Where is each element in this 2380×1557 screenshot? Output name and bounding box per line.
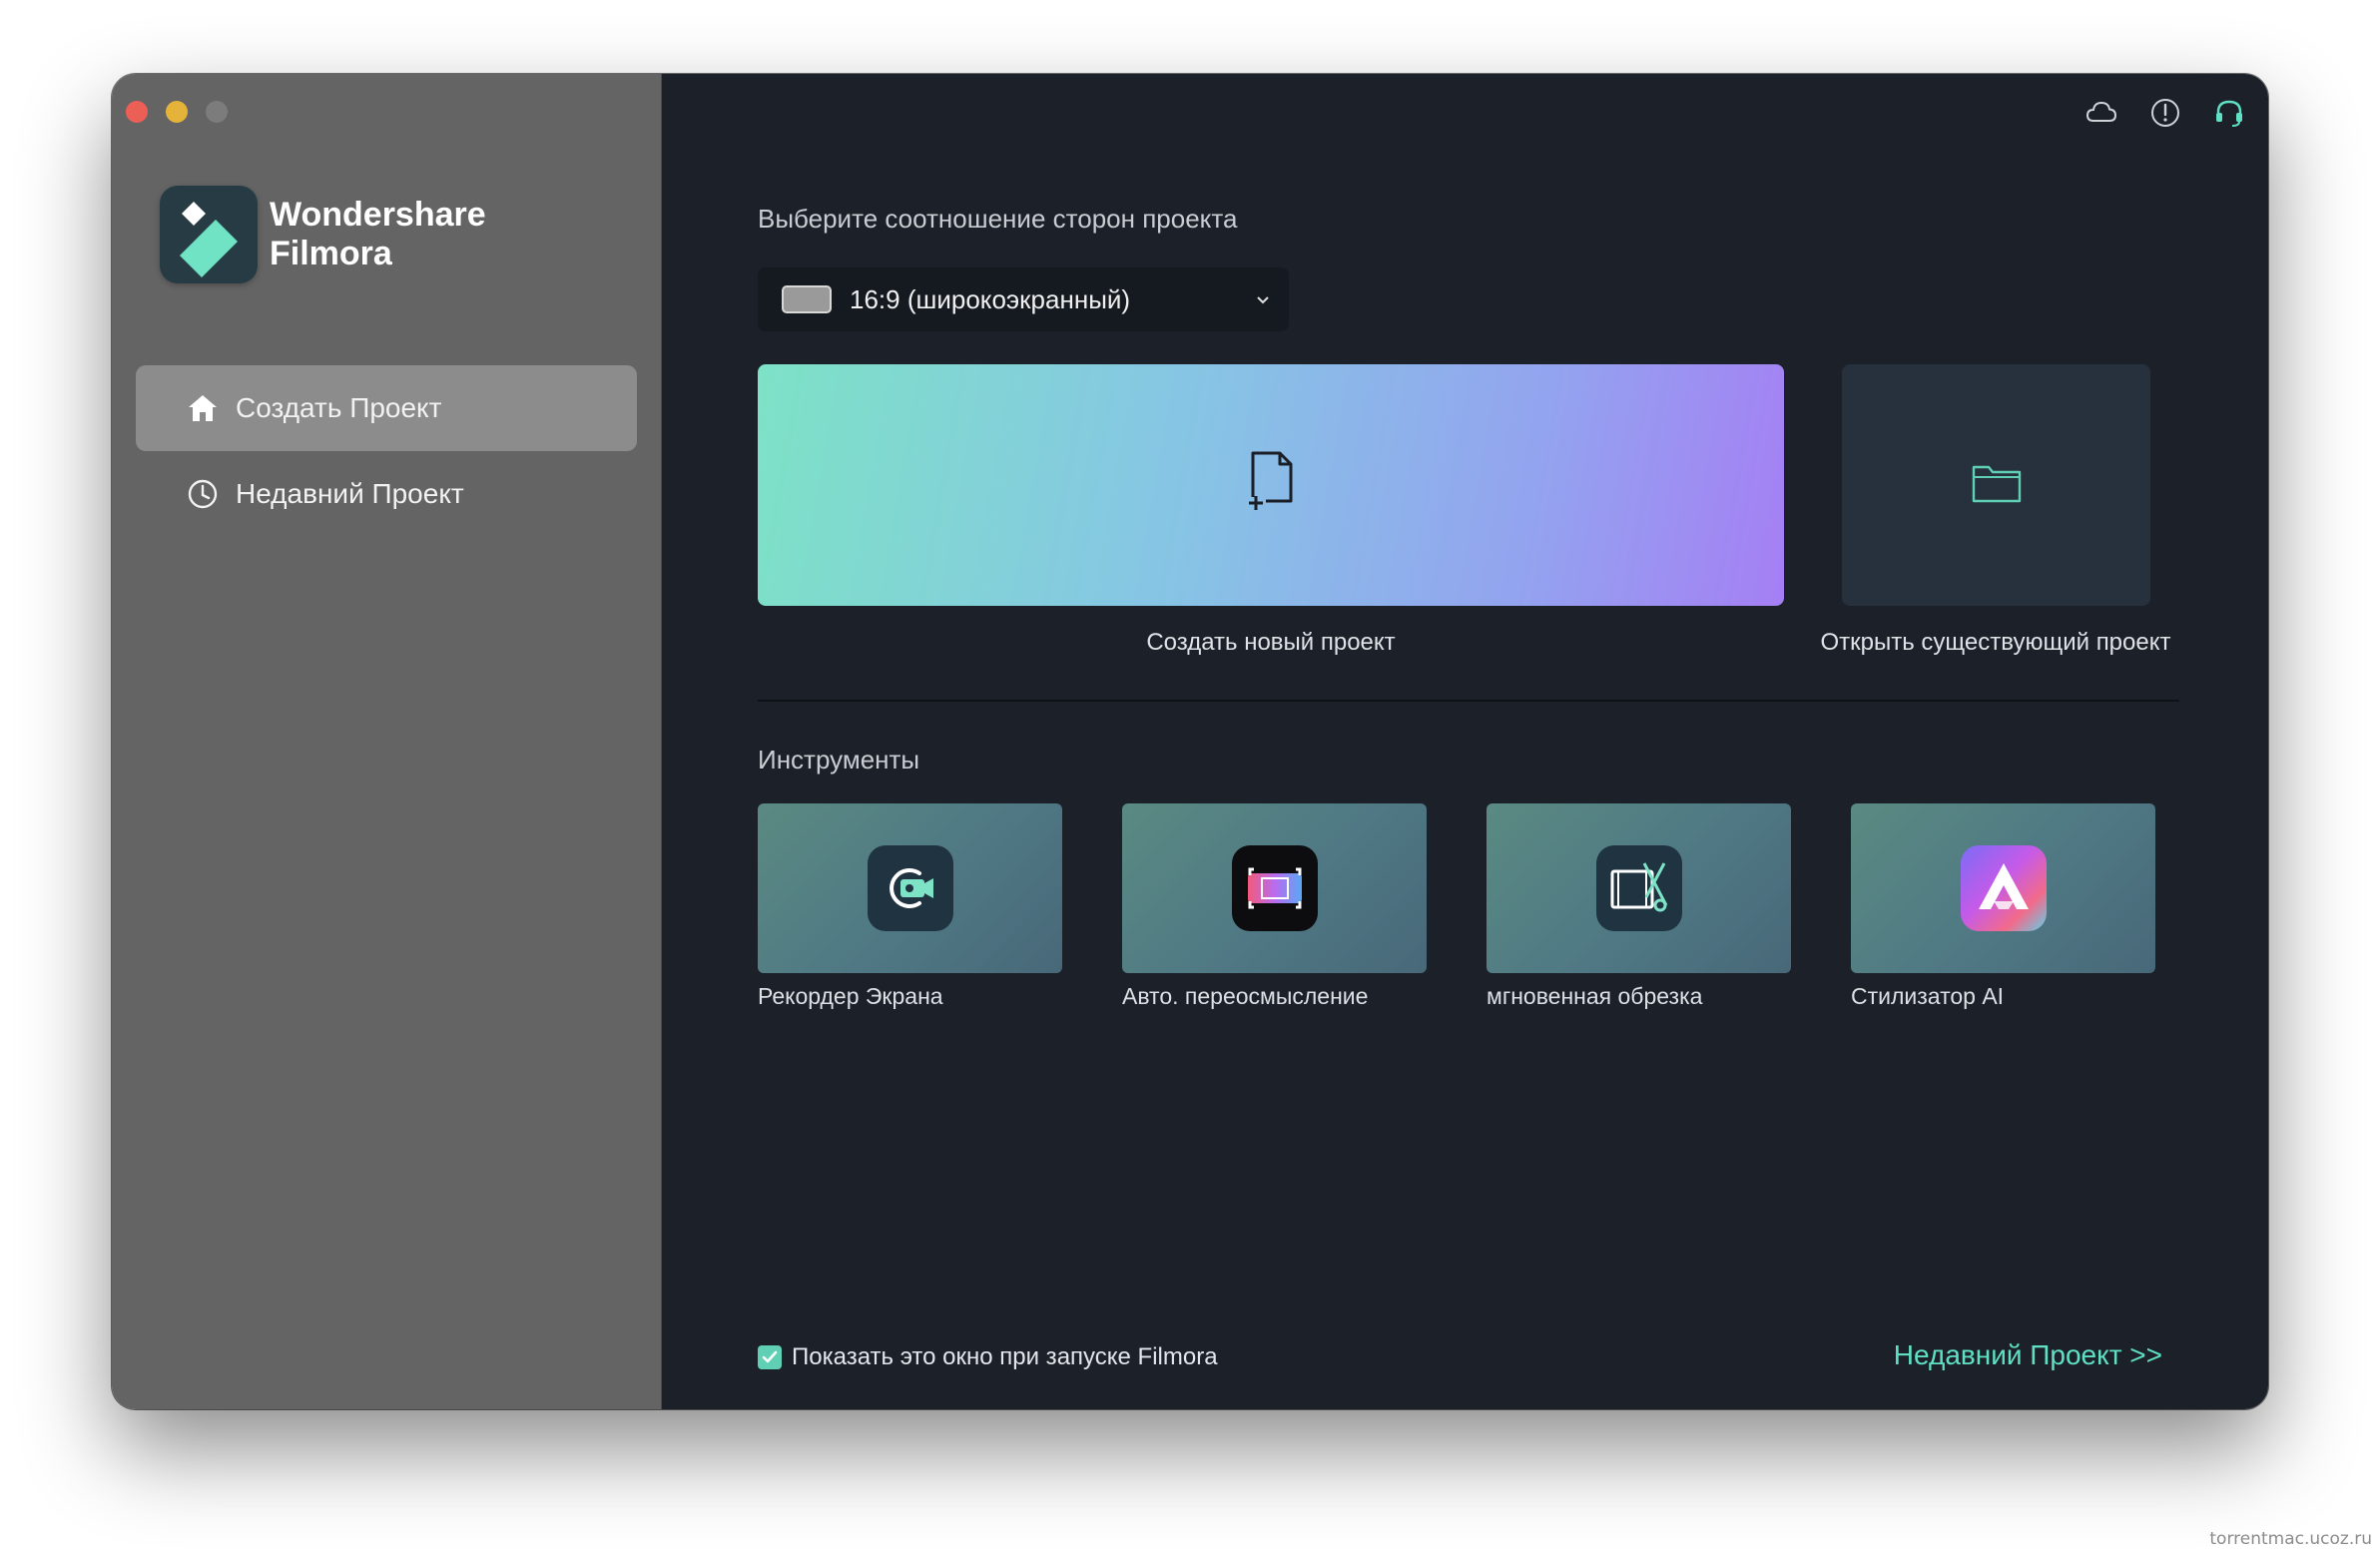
folder-icon bbox=[1971, 461, 2023, 510]
sidebar-item-label: Создать Проект bbox=[236, 392, 442, 423]
sidebar-item-create-project[interactable]: Создать Проект bbox=[136, 365, 637, 451]
tool-card-instant-cutter[interactable] bbox=[1487, 803, 1791, 973]
info-icon[interactable] bbox=[2148, 96, 2182, 130]
brand-line-1: Wondershare bbox=[270, 196, 486, 234]
app-name: Wondershare Filmora bbox=[270, 196, 486, 273]
tool-label: Рекордер Экрана bbox=[758, 983, 943, 1009]
tool-label: Авто. переосмысление bbox=[1122, 983, 1369, 1009]
tool-card-auto-reframe[interactable] bbox=[1122, 803, 1427, 973]
zoom-window-button[interactable] bbox=[206, 101, 228, 123]
recent-projects-link[interactable]: Недавний Проект >> bbox=[1894, 1339, 2162, 1371]
screen-recorder-icon bbox=[867, 845, 953, 931]
ai-stylizer-icon bbox=[1960, 845, 2047, 931]
aspect-ratio-title: Выберите соотношение сторон проекта bbox=[758, 204, 1238, 234]
sidebar-item-recent-project[interactable]: Недавний Проект bbox=[136, 451, 637, 537]
section-divider bbox=[758, 700, 2179, 702]
auto-reframe-icon bbox=[1231, 845, 1318, 931]
sidebar: Wondershare Filmora Создать Проект Недав… bbox=[112, 74, 662, 1409]
instant-cutter-icon bbox=[1595, 845, 1682, 931]
open-project-button[interactable] bbox=[1842, 364, 2150, 606]
aspect-ratio-select[interactable]: 16:9 (широкоэкранный) bbox=[758, 267, 1289, 331]
sidebar-item-label: Недавний Проект bbox=[236, 478, 464, 509]
home-icon bbox=[184, 389, 222, 427]
clock-icon bbox=[184, 475, 222, 513]
new-project-button[interactable] bbox=[758, 364, 1784, 606]
show-on-startup-checkbox[interactable]: Показать это окно при запуске Filmora bbox=[758, 1343, 1218, 1371]
new-file-icon bbox=[1236, 445, 1306, 526]
new-project-label: Создать новый проект bbox=[1146, 629, 1396, 656]
monitor-icon bbox=[782, 285, 832, 313]
filmora-logo-icon bbox=[160, 186, 258, 283]
header-icons bbox=[2084, 96, 2246, 130]
open-project-label: Открыть существующий проект bbox=[1820, 629, 2171, 656]
tools-title: Инструменты bbox=[758, 745, 920, 775]
cloud-icon[interactable] bbox=[2084, 96, 2118, 130]
watermark: torrentmac.ucoz.ru bbox=[2209, 1529, 2372, 1549]
app-logo: Wondershare Filmora bbox=[160, 186, 486, 283]
show-on-startup-label: Показать это окно при запуске Filmora bbox=[792, 1343, 1218, 1370]
minimize-window-button[interactable] bbox=[166, 101, 188, 123]
chevron-down-icon bbox=[1251, 287, 1275, 311]
headset-icon[interactable] bbox=[2212, 96, 2246, 130]
tool-label: Стилизатор AI bbox=[1851, 983, 2005, 1009]
window-controls bbox=[126, 101, 228, 123]
close-window-button[interactable] bbox=[126, 101, 148, 123]
checkmark-icon bbox=[758, 1345, 782, 1369]
aspect-ratio-value: 16:9 (широкоэкранный) bbox=[850, 283, 1131, 314]
main-panel: Выберите соотношение сторон проекта 16:9… bbox=[662, 74, 2268, 1409]
brand-line-2: Filmora bbox=[270, 235, 392, 272]
tool-card-screen-recorder[interactable] bbox=[758, 803, 1062, 973]
tool-card-ai-stylizer[interactable] bbox=[1851, 803, 2155, 973]
app-window: Wondershare Filmora Создать Проект Недав… bbox=[112, 74, 2268, 1409]
tool-label: мгновенная обрезка bbox=[1487, 983, 1703, 1009]
